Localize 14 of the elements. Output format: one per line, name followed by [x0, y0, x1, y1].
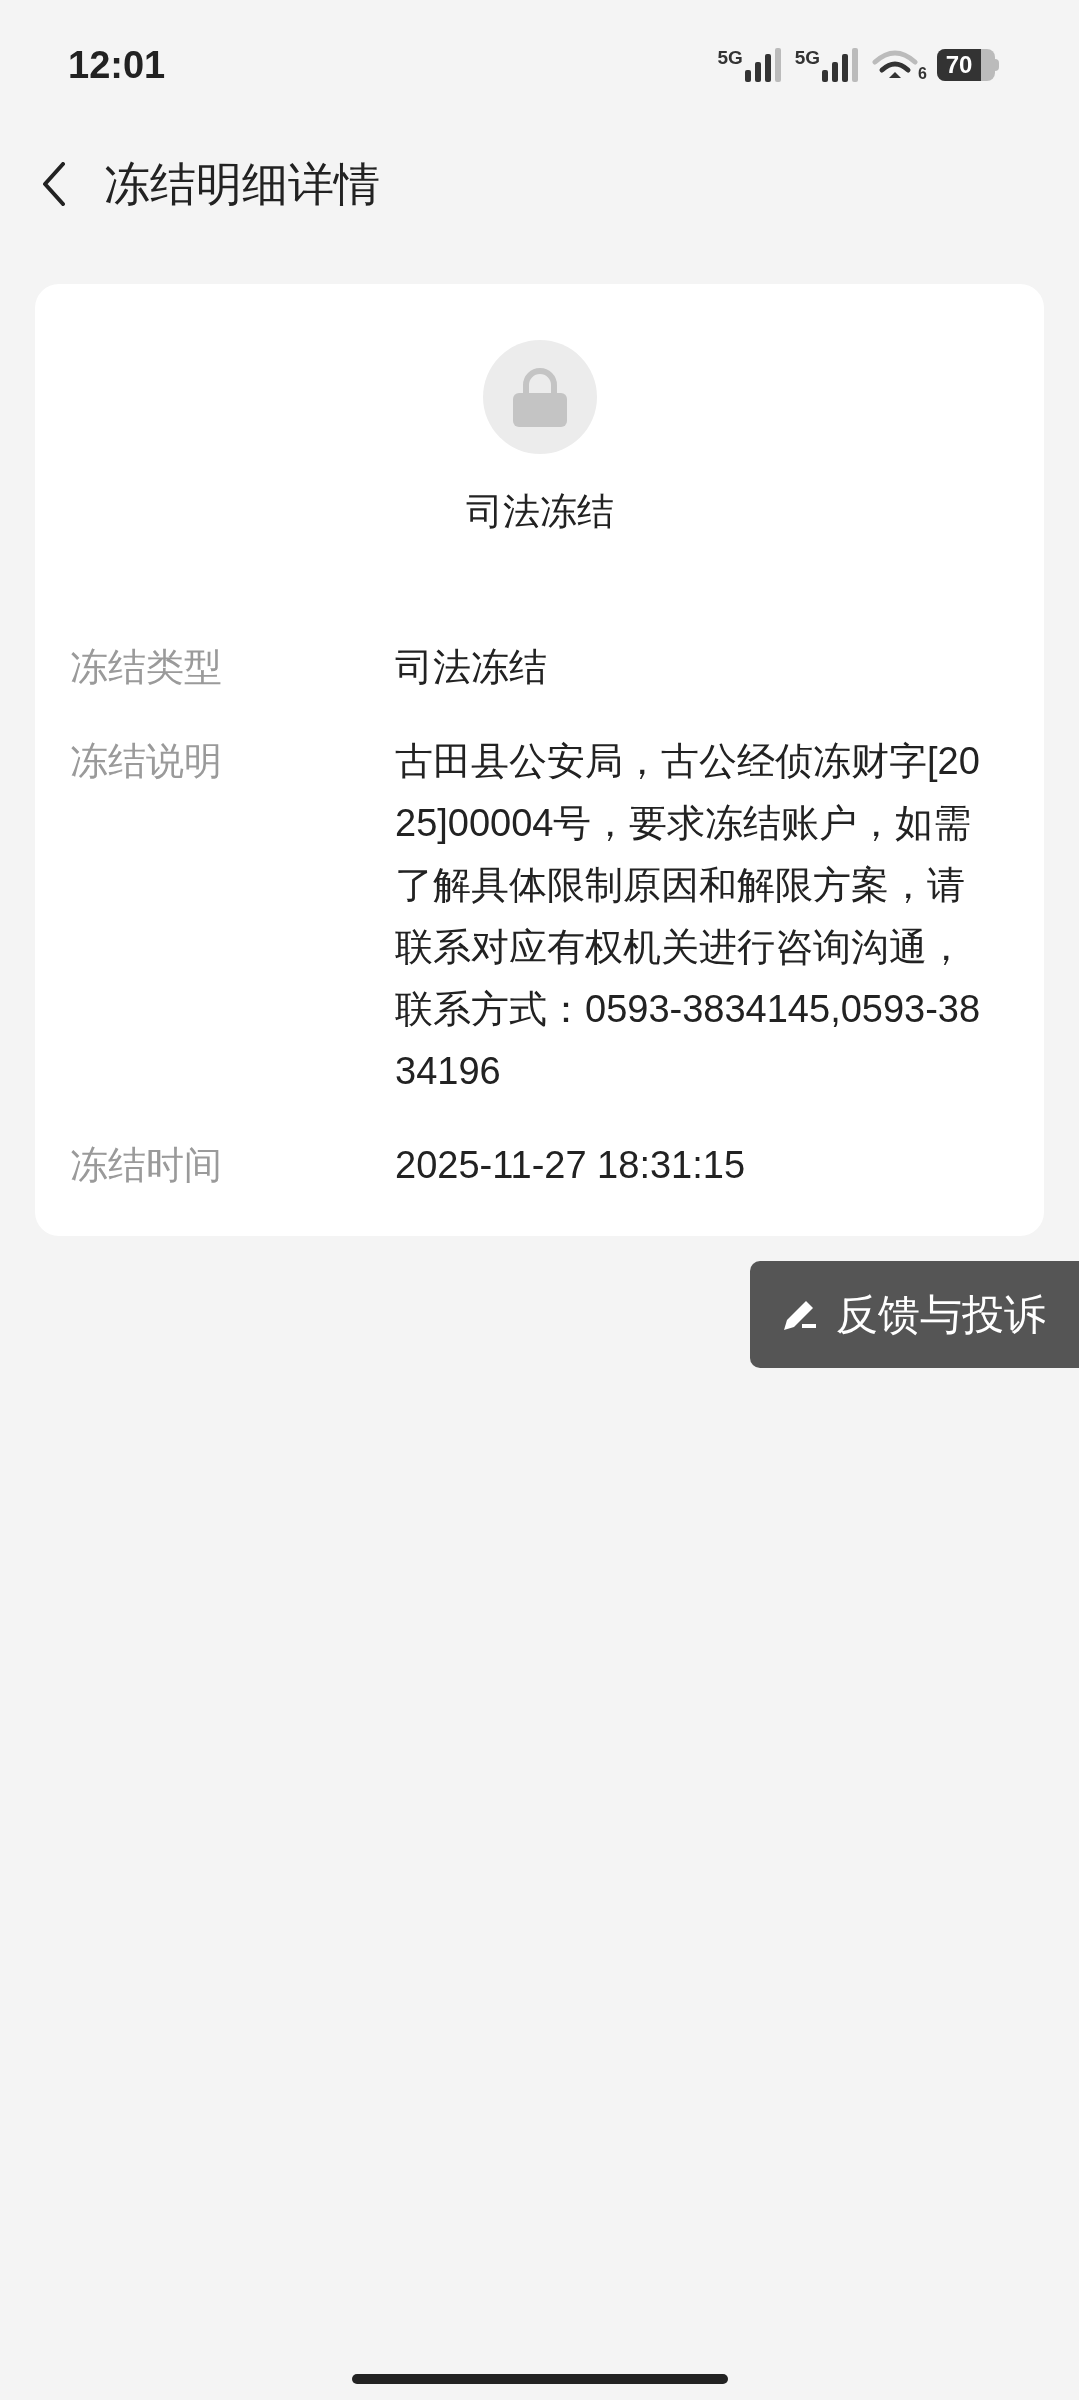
- row-value: 2025-11-27 18:31:15: [395, 1142, 747, 1188]
- network-label: 5G: [794, 48, 821, 67]
- row-value: 古田县公安局，古公经侦冻财字[2025]00004号，要求冻结账户，如需了解具体限制原因和解限方案，请联系对应有权机关进行咨询沟通，联系方式：0593-3834145,0593-3834196: [395, 738, 982, 1094]
- feedback-button[interactable]: 反馈与投诉: [750, 1260, 1079, 1368]
- battery-indicator: 70: [937, 49, 995, 81]
- status-time: 12:01: [68, 42, 166, 88]
- network-label: 5G: [717, 48, 743, 67]
- row-label: 冻结说明: [70, 738, 223, 784]
- page-title: 冻结明细详情: [104, 156, 380, 212]
- row-label: 冻结类型: [70, 644, 223, 690]
- freeze-status: 司法冻结: [465, 490, 614, 534]
- row-label: 冻结时间: [70, 1142, 223, 1188]
- wifi-label: 6: [918, 66, 927, 82]
- row-value: 司法冻结: [395, 644, 548, 690]
